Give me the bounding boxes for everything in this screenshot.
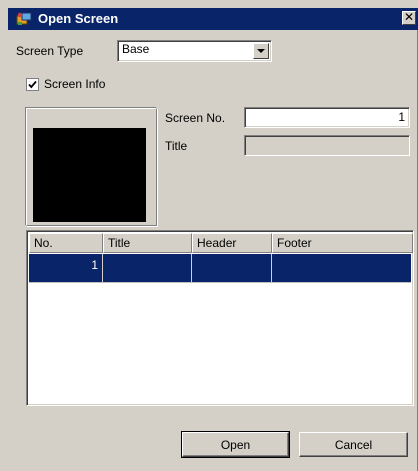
open-button[interactable]: Open (181, 431, 290, 458)
screen-no-label: Screen No. (165, 111, 226, 125)
close-icon[interactable]: ✕ (402, 11, 416, 25)
screen-type-combobox[interactable]: Base (117, 40, 272, 62)
cancel-button-label: Cancel (334, 438, 373, 452)
chevron-down-icon[interactable] (253, 43, 269, 59)
column-header[interactable]: Header (192, 233, 272, 253)
row-divider (29, 282, 411, 283)
cell-header (192, 254, 272, 282)
window-title: Open Screen (38, 11, 119, 26)
title-bar[interactable]: Open Screen ✕ (8, 8, 418, 30)
screen-list[interactable]: No. Title Header Footer 1 (26, 230, 414, 406)
screen-type-label: Screen Type (16, 44, 84, 58)
cancel-button[interactable]: Cancel (299, 432, 408, 457)
open-screen-dialog: Open Screen ✕ Screen Type Base Screen In… (0, 0, 418, 471)
screen-preview-image (33, 128, 146, 222)
screen-preview-frame (26, 108, 157, 226)
screen-info-label: Screen Info (44, 77, 106, 91)
title-field (244, 135, 410, 156)
screen-info-checkbox[interactable] (26, 78, 39, 91)
list-header: No. Title Header Footer (29, 233, 413, 253)
title-label: Title (165, 139, 188, 153)
open-screen-icon (16, 11, 32, 27)
screen-no-field[interactable]: 1 (244, 107, 410, 128)
screen-type-value: Base (122, 42, 150, 56)
open-button-label: Open (220, 438, 251, 452)
screen-no-value: 1 (398, 110, 405, 124)
cell-no: 1 (29, 254, 103, 282)
cell-title (103, 254, 192, 282)
column-footer[interactable]: Footer (272, 233, 413, 253)
column-no[interactable]: No. (29, 233, 103, 253)
table-row[interactable]: 1 (29, 254, 411, 282)
column-title[interactable]: Title (103, 233, 192, 253)
cell-footer (272, 254, 413, 282)
